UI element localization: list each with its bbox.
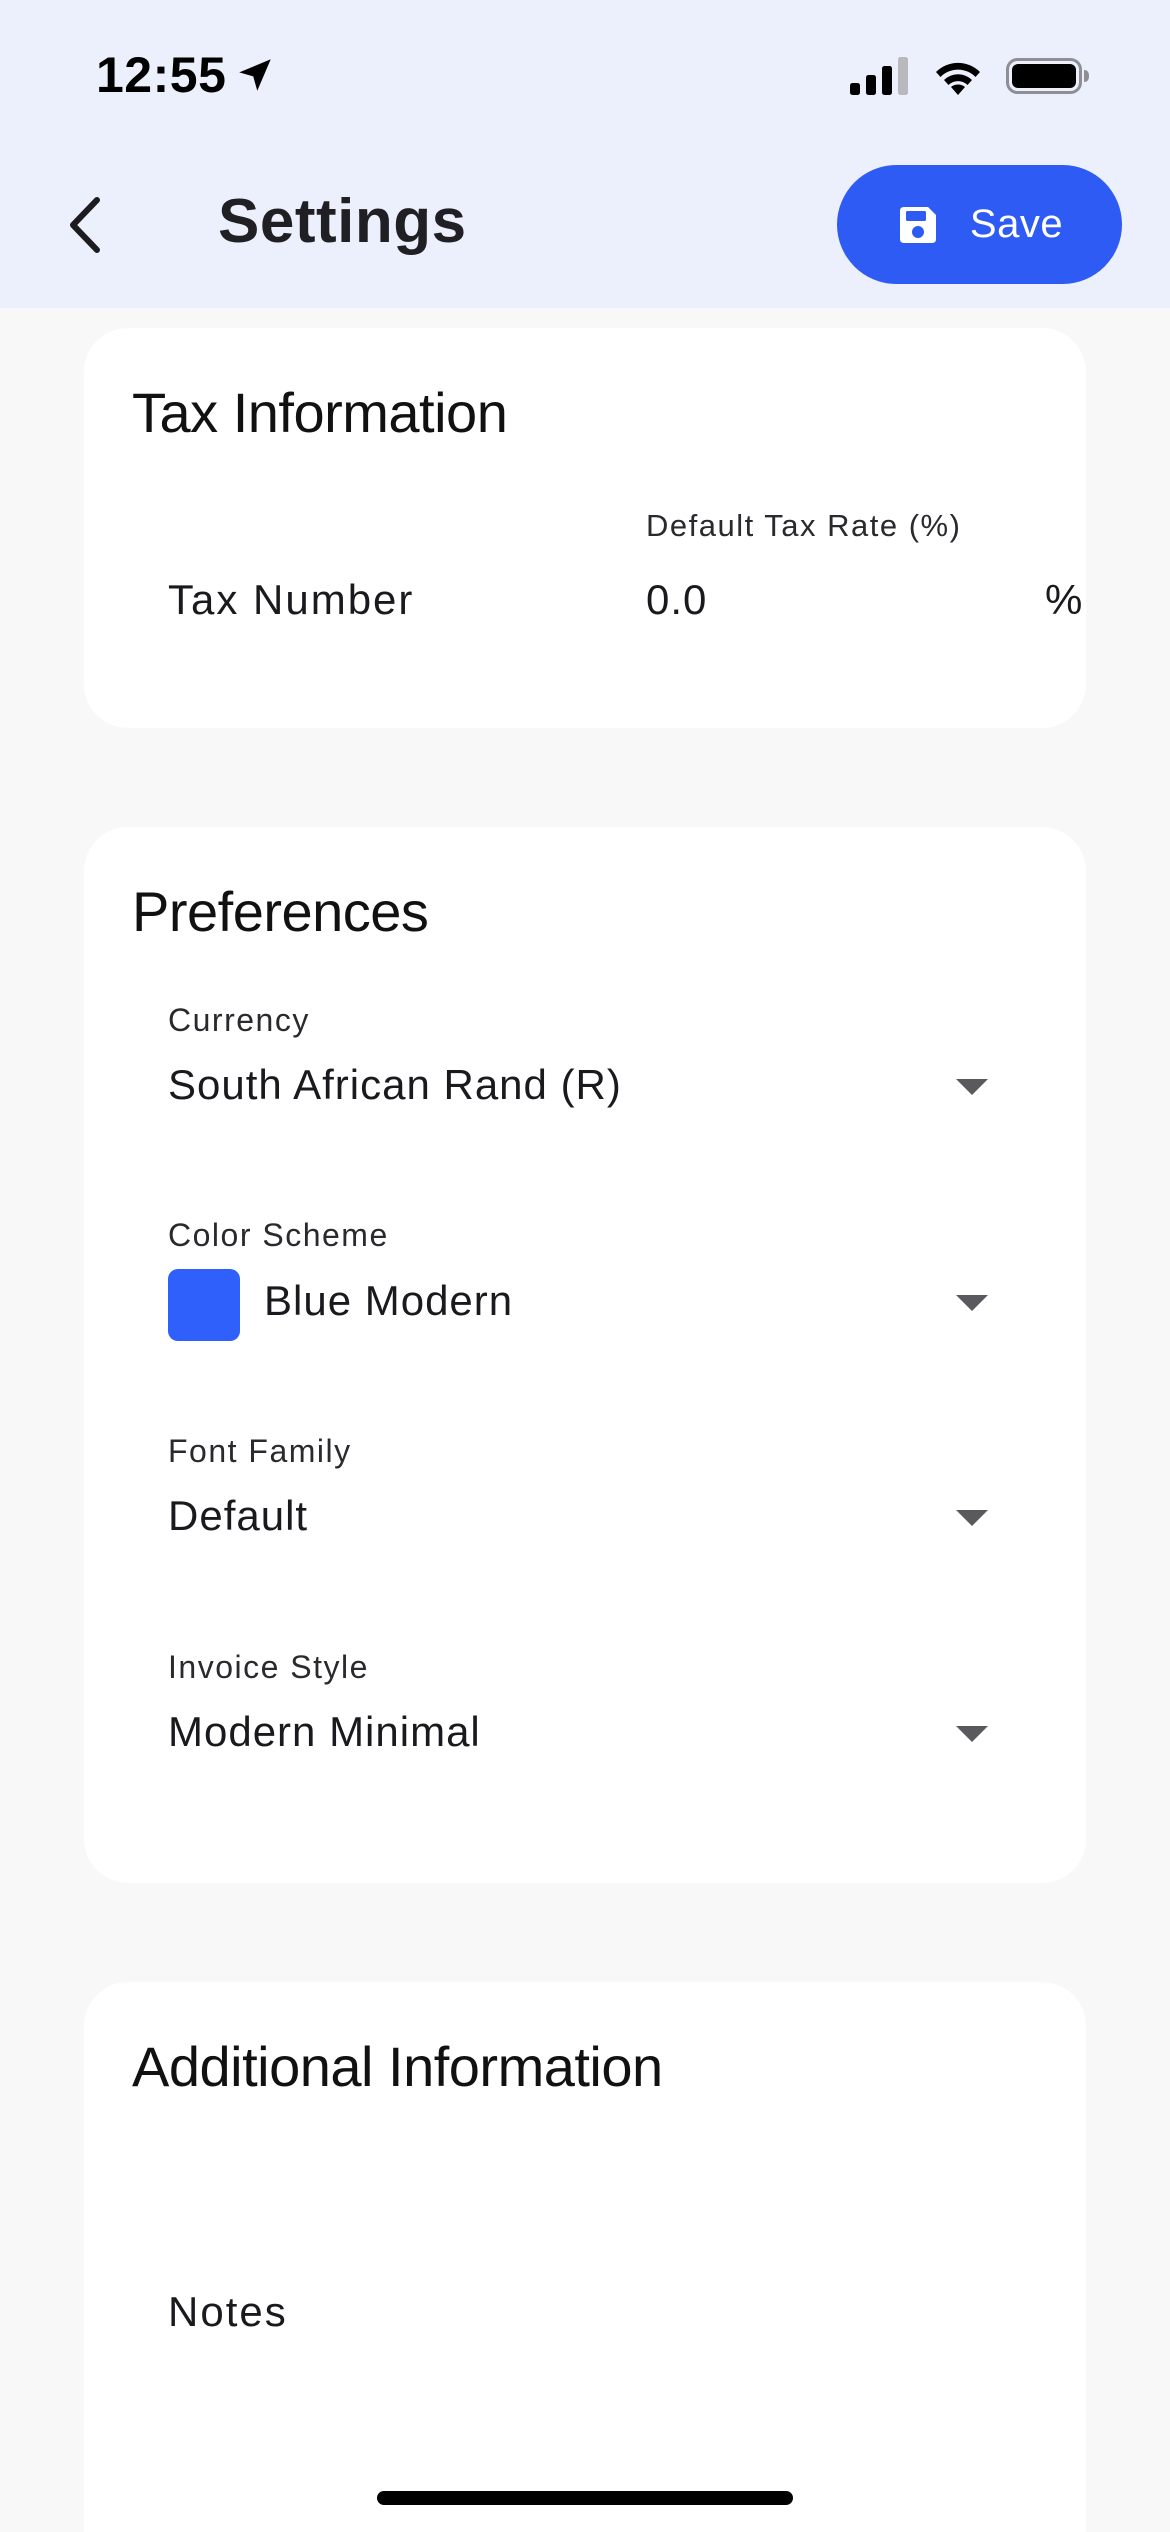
tax-number-field[interactable]: Tax Number: [168, 568, 588, 638]
page-title: Settings: [218, 187, 467, 256]
status-time-text: 12:55: [96, 47, 227, 103]
settings-screen: 12:55 Settings Save Tax Information Tax …: [0, 0, 1170, 2532]
currency-dropdown[interactable]: South African Rand (R): [168, 1041, 1086, 1131]
tax-number-placeholder: Tax Number: [168, 576, 415, 623]
status-time: 12:55: [96, 46, 276, 104]
tax-rate-field[interactable]: Default Tax Rate (%) 0.0 %: [646, 498, 1082, 648]
wifi-icon: [936, 62, 980, 95]
home-indicator: [377, 2491, 793, 2505]
additional-information-title: Additional Information: [132, 2035, 663, 2098]
invoice-style-label: Invoice Style: [168, 1649, 369, 1685]
font-family-value: Default: [168, 1492, 309, 1539]
save-button-label: Save: [969, 202, 1064, 246]
invoice-style-dropdown[interactable]: Modern Minimal: [168, 1688, 1086, 1778]
location-arrow-icon: [239, 59, 272, 91]
color-scheme-value: Blue Modern: [264, 1277, 514, 1324]
color-scheme-label: Color Scheme: [168, 1217, 389, 1253]
tax-rate-suffix: %: [1045, 576, 1084, 623]
notes-placeholder: Notes: [168, 2288, 288, 2335]
color-swatch: [168, 1269, 240, 1341]
save-button[interactable]: Save: [837, 165, 1122, 284]
dropdown-arrow-icon: [956, 1295, 988, 1311]
tax-rate-value: 0.0: [646, 576, 708, 623]
app-header: 12:55 Settings Save: [0, 0, 1170, 308]
currency-value: South African Rand (R): [168, 1061, 622, 1108]
back-chevron-icon: [70, 197, 100, 253]
battery-icon: [1006, 58, 1089, 94]
tax-information-card: Tax Information Tax Number Default Tax R…: [84, 328, 1086, 728]
tax-rate-label: Default Tax Rate (%): [646, 508, 962, 543]
notes-field[interactable]: Notes: [168, 2282, 1008, 2362]
font-family-dropdown[interactable]: Default: [168, 1472, 1086, 1562]
back-button[interactable]: [50, 180, 120, 270]
signal-icon: [850, 57, 908, 95]
font-family-label: Font Family: [168, 1433, 352, 1469]
dropdown-arrow-icon: [956, 1079, 988, 1095]
dropdown-arrow-icon: [956, 1726, 988, 1742]
invoice-style-value: Modern Minimal: [168, 1708, 481, 1755]
additional-information-card: Additional Information Notes: [84, 1982, 1086, 2532]
status-icons: [850, 56, 1090, 96]
preferences-title: Preferences: [132, 880, 429, 943]
preferences-card: Preferences Currency South African Rand …: [84, 827, 1086, 1883]
currency-label: Currency: [168, 1002, 310, 1038]
tax-information-title: Tax Information: [132, 381, 508, 444]
color-scheme-dropdown[interactable]: Blue Modern: [168, 1257, 1086, 1347]
save-disk-icon: [899, 206, 936, 243]
dropdown-arrow-icon: [956, 1510, 988, 1526]
